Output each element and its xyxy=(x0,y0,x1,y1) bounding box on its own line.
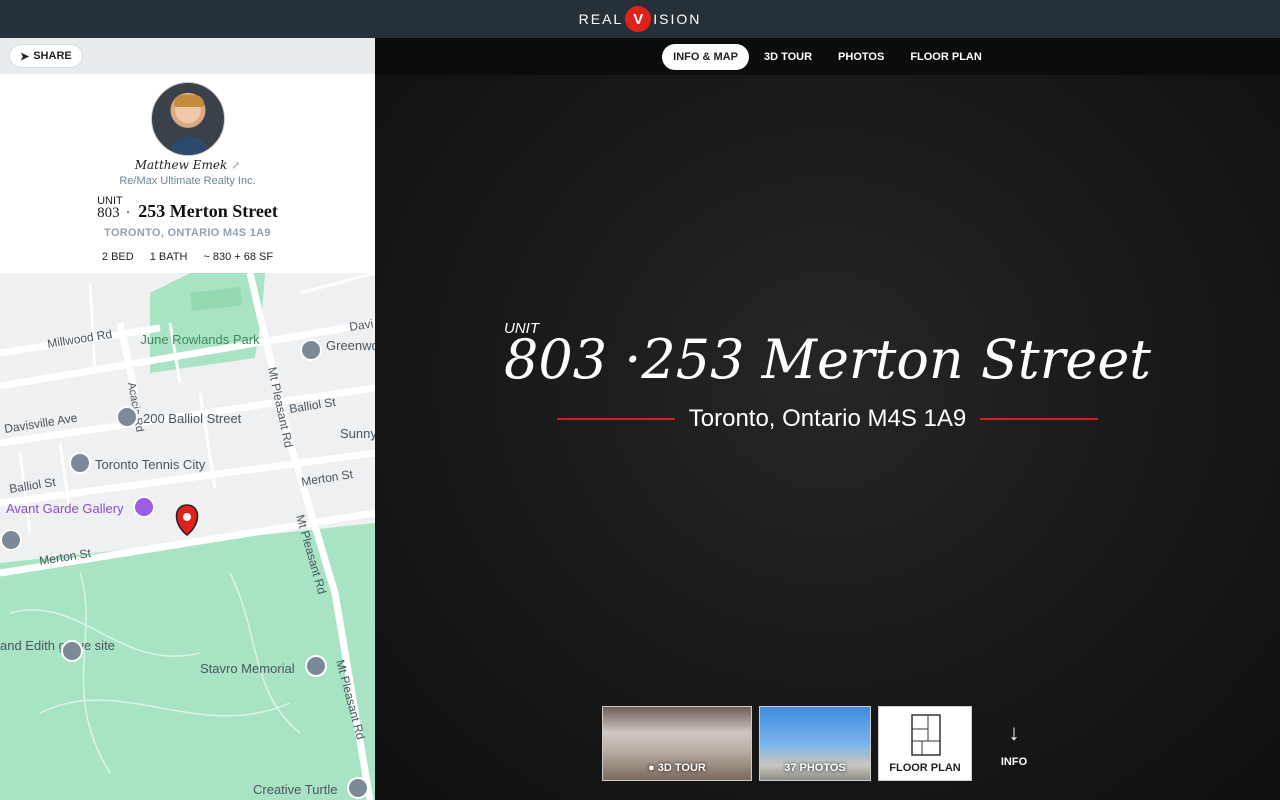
top-bar: REAL V ISION xyxy=(0,0,1280,38)
map-canvas[interactable]: Millwood Rd Acacia Rd Davisville Ave Bal… xyxy=(0,273,375,800)
arrow-down-icon: ↓ xyxy=(1008,719,1020,745)
baths: 1 BATH xyxy=(149,251,188,263)
floor-plan-icon xyxy=(911,714,941,756)
tab-info-map[interactable]: INFO & MAP xyxy=(662,43,749,70)
agent-name-link[interactable]: Matthew Emek ↗ xyxy=(0,158,375,172)
hero: UNIT 803 ·253 Merton Street Toronto, Ont… xyxy=(375,320,1280,433)
media-thumbnails: ● 3D TOUR 37 PHOTOS FLOOR PLAN ↓ INFO xyxy=(602,706,1049,781)
logo-left: REAL xyxy=(578,11,624,27)
listing-facts: 2 BED 1 BATH ~ 830 + 68 SF xyxy=(0,251,375,263)
floor-plan-thumbnail[interactable]: FLOOR PLAN xyxy=(878,706,972,781)
photos-label: 37 PHOTOS xyxy=(784,762,846,774)
hero-title: UNIT 803 ·253 Merton Street xyxy=(504,320,1151,391)
hero-subtitle: Toronto, Ontario M4S 1A9 xyxy=(375,405,1280,433)
area: ~ 830 + 68 SF xyxy=(203,251,274,263)
agent-avatar xyxy=(150,82,225,156)
hero-unit: 803 xyxy=(504,328,608,391)
beds: 2 BED xyxy=(101,251,134,263)
place-label: Creative Turtle xyxy=(253,782,338,797)
external-link-icon[interactable]: ↗ xyxy=(231,159,240,172)
city-line: TORONTO, ONTARIO M4S 1A9 xyxy=(104,227,271,239)
place-pin-icon xyxy=(116,406,138,428)
tab-photos[interactable]: PHOTOS xyxy=(827,44,895,70)
share-bar: ➤ SHARE xyxy=(0,38,375,74)
agent-card: Matthew Emek ↗ Re/Max Ultimate Realty In… xyxy=(0,74,375,187)
hero-separator: · xyxy=(624,328,642,391)
monument-icon xyxy=(61,640,83,662)
unit-label: UNIT xyxy=(97,195,123,207)
place-label: Sunny xyxy=(340,426,375,441)
place-label: June Rowlands Park xyxy=(140,332,260,347)
place-pin-icon xyxy=(0,529,22,551)
info-scroll-button[interactable]: ↓ INFO xyxy=(979,706,1049,781)
street-address: 253 Merton Street xyxy=(138,201,278,221)
agent-brokerage: Re/Max Ultimate Realty Inc. xyxy=(119,175,256,187)
tab-bar: INFO & MAP 3D TOUR PHOTOS FLOOR PLAN xyxy=(375,38,1280,75)
unit-number-block: UNIT 803 xyxy=(97,195,123,222)
hero-street: 253 Merton Street xyxy=(641,328,1151,391)
tab-floor-plan[interactable]: FLOOR PLAN xyxy=(899,44,993,70)
hero-city: Toronto, Ontario M4S 1A9 xyxy=(688,405,967,432)
hero-unit-label: UNIT xyxy=(504,320,539,337)
school-icon xyxy=(347,777,369,799)
address-separator: · xyxy=(125,206,131,221)
share-label: SHARE xyxy=(33,50,72,62)
tab-3d-tour[interactable]: 3D TOUR xyxy=(753,44,823,70)
divider-left xyxy=(556,418,675,420)
3d-tour-label: ● 3D TOUR xyxy=(648,762,706,774)
share-button[interactable]: ➤ SHARE xyxy=(9,44,83,68)
place-label: Stavro Memorial xyxy=(200,661,295,676)
place-label: Greenwood College xyxy=(326,338,375,353)
place-label: 200 Balliol Street xyxy=(143,411,242,426)
school-icon xyxy=(69,452,91,474)
agent-name: Matthew Emek xyxy=(134,158,228,172)
3d-tour-thumbnail[interactable]: ● 3D TOUR xyxy=(602,706,752,781)
share-icon: ➤ xyxy=(20,50,30,63)
logo-right: ISION xyxy=(653,11,702,27)
place-label: Avant Garde Gallery xyxy=(6,501,124,516)
place-label: Toronto Tennis City xyxy=(95,457,206,472)
floor-plan-label: FLOOR PLAN xyxy=(889,762,961,774)
photos-thumbnail[interactable]: 37 PHOTOS xyxy=(759,706,871,781)
realvision-logo[interactable]: REAL V ISION xyxy=(579,6,702,32)
listing-address: UNIT 803 · 253 Merton Street xyxy=(0,195,375,222)
place-pin-icon xyxy=(305,655,327,677)
info-label: INFO xyxy=(1000,755,1028,768)
place-label: and Edith grave site xyxy=(0,638,115,653)
logo-v: V xyxy=(625,6,652,32)
school-icon xyxy=(300,339,322,361)
unit-number: 803 xyxy=(97,205,120,221)
main-stage: INFO & MAP 3D TOUR PHOTOS FLOOR PLAN UNI… xyxy=(375,38,1280,800)
map[interactable]: Millwood Rd Acacia Rd Davisville Ave Bal… xyxy=(0,273,375,800)
gallery-icon xyxy=(133,496,155,518)
divider-right xyxy=(980,418,1099,420)
